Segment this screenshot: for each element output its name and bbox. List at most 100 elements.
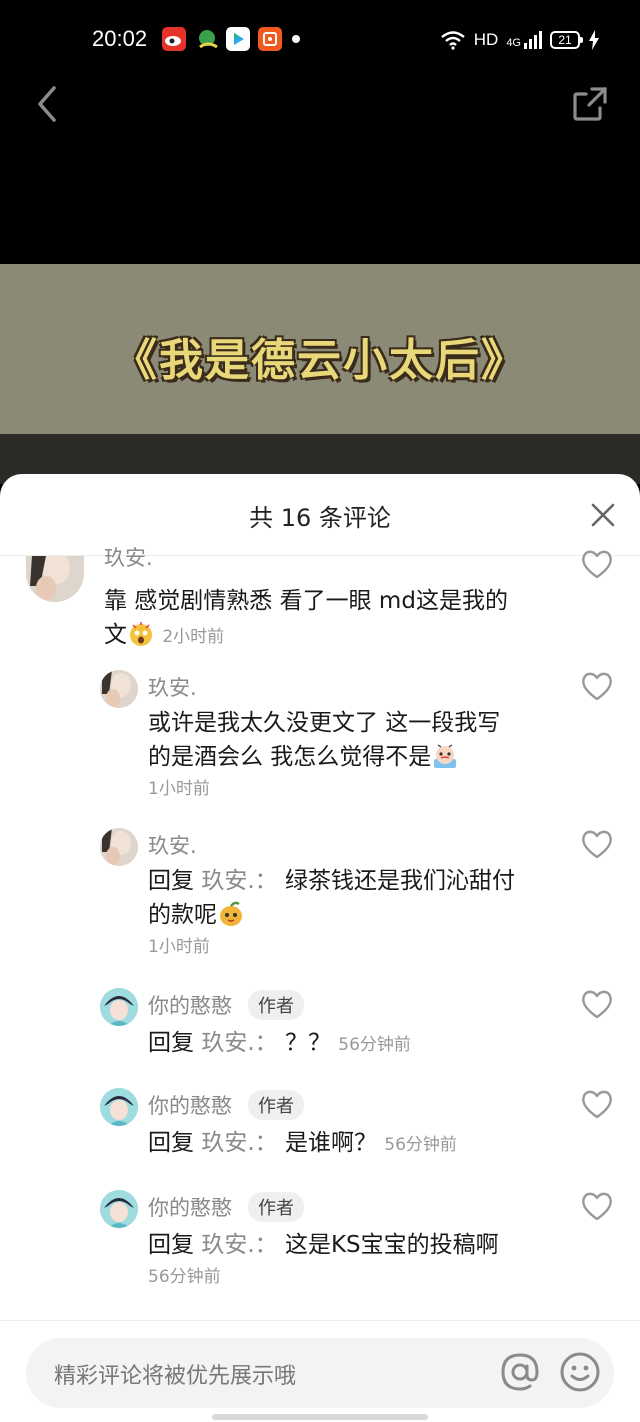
reply-item: 你的憨憨 作者 回复 玖安.： 这是KS宝宝的投稿啊 56分钟前 xyxy=(0,1190,640,1300)
comment-text-line: 或许是我太久没更文了 这一段我写 xyxy=(148,710,501,736)
avatar[interactable] xyxy=(100,828,138,866)
comment-text-body: 是谁啊？ xyxy=(284,1130,377,1156)
comment-text-line: 的款呢 xyxy=(148,898,568,932)
share-icon xyxy=(573,87,607,121)
avatar[interactable] xyxy=(100,1190,138,1228)
comment-text-line: 的是酒会么 我怎么觉得不是 xyxy=(148,740,568,774)
comment-text-tail: 的款呢 xyxy=(148,902,217,928)
comment-author[interactable]: 你的憨憨 xyxy=(148,1090,232,1120)
like-heart-icon[interactable] xyxy=(580,988,614,1020)
comment-text-line: 回复 玖安.： 这是KS宝宝的投稿啊 xyxy=(148,1228,568,1262)
reply-item: 你的憨憨 作者 回复 玖安.： ？？ 56分钟前 xyxy=(0,988,640,1072)
avatar[interactable] xyxy=(100,1088,138,1126)
like-heart-icon[interactable] xyxy=(580,1088,614,1120)
signal-bar xyxy=(534,35,537,49)
reply-item: 你的憨憨 作者 回复 玖安.： 是谁啊？ 56分钟前 xyxy=(0,1088,640,1172)
comments-header: 共 16 条评论 xyxy=(0,474,640,556)
comment-text: 或许是我太久没更文了 这一段我写 的是酒会么 我怎么觉得不是 1小时前 xyxy=(148,706,568,804)
chevron-left-icon xyxy=(38,86,56,122)
signal-indicator: 4G xyxy=(506,31,542,49)
input-divider xyxy=(0,1320,640,1321)
comment-text-line: 文 2小时前 xyxy=(104,618,564,654)
notification-dot xyxy=(292,35,300,43)
comment-author[interactable]: 你的憨憨 xyxy=(148,990,232,1020)
shop-app-icon xyxy=(258,27,282,51)
reply-item: 玖安. 回复 玖安.： 绿茶钱还是我们沁甜付 的款呢 1小时前 xyxy=(0,828,640,968)
comment-text-tail: 的是酒会么 我怎么觉得不是 xyxy=(148,744,432,770)
weibo-icon xyxy=(162,27,186,51)
battery-icon: 21 xyxy=(550,31,583,49)
close-button[interactable] xyxy=(588,500,618,530)
comment-input-placeholder: 精彩评论将被优先展示哦 xyxy=(54,1364,297,1389)
comment-text: 回复 玖安.： ？？ 56分钟前 xyxy=(148,1026,568,1062)
comment-author[interactable]: 玖安. xyxy=(148,672,197,702)
comment-text-line: 回复 玖安.： 绿茶钱还是我们沁甜付 xyxy=(148,864,568,898)
comment-time: 56分钟前 xyxy=(148,1267,221,1287)
video-player[interactable]: 《我是德云小太后》 xyxy=(0,264,640,484)
video-app-icon xyxy=(226,27,250,51)
emoji-button[interactable] xyxy=(558,1350,602,1394)
app-icon-green xyxy=(196,27,220,51)
comment-author[interactable]: 玖安. xyxy=(104,542,153,572)
author-badge: 作者 xyxy=(248,990,304,1020)
reply-label: 回复 xyxy=(148,1232,194,1258)
avatar[interactable] xyxy=(100,670,138,708)
signal-bar xyxy=(539,31,542,49)
comment-item: 玖安. 靠 感觉剧情熟悉 看了一眼 md这是我的 文 2小时前 xyxy=(0,546,640,656)
reply-label: 回复 xyxy=(148,1030,194,1056)
comment-time: 1小时前 xyxy=(148,779,210,799)
reply-target[interactable]: 玖安.： xyxy=(201,1130,277,1156)
reply-target[interactable]: 玖安.： xyxy=(201,1030,277,1056)
shocked-emoji-icon xyxy=(130,622,152,646)
comments-sheet: 共 16 条评论 玖安. 靠 感觉剧情熟悉 看了一眼 md这是我的 文 2小时前… xyxy=(0,474,640,1422)
battery-level: 21 xyxy=(558,33,572,47)
comment-time: 1小时前 xyxy=(148,937,210,957)
comment-time: 56分钟前 xyxy=(384,1135,457,1155)
share-button[interactable] xyxy=(570,84,610,124)
comment-author[interactable]: 你的憨憨 xyxy=(148,1192,232,1222)
charging-icon xyxy=(589,30,599,50)
wifi-icon xyxy=(440,31,465,50)
comment-text-line: 靠 感觉剧情熟悉 看了一眼 md这是我的 xyxy=(104,588,508,614)
crying-emoji-icon xyxy=(434,744,457,768)
network-type: HD xyxy=(473,30,499,49)
comment-text: 靠 感觉剧情熟悉 看了一眼 md这是我的 文 2小时前 xyxy=(104,584,564,654)
avatar[interactable] xyxy=(100,988,138,1026)
reply-item: 玖安. 或许是我太久没更文了 这一段我写 的是酒会么 我怎么觉得不是 1小时前 xyxy=(0,670,640,810)
comment-text: 回复 玖安.： 这是KS宝宝的投稿啊 56分钟前 xyxy=(148,1228,568,1292)
comment-text: 回复 玖安.： 绿茶钱还是我们沁甜付 的款呢 1小时前 xyxy=(148,864,568,962)
reply-target[interactable]: 玖安.： xyxy=(201,1232,277,1258)
home-indicator[interactable] xyxy=(212,1414,428,1420)
mention-button[interactable] xyxy=(498,1350,542,1394)
reply-label: 回复 xyxy=(148,868,194,894)
reply-label: 回复 xyxy=(148,1130,194,1156)
comment-text-head: 绿茶钱还是我们沁甜付 xyxy=(284,868,515,894)
like-heart-icon[interactable] xyxy=(580,548,614,580)
like-heart-icon[interactable] xyxy=(580,828,614,860)
like-heart-icon[interactable] xyxy=(580,670,614,702)
comment-input[interactable]: 精彩评论将被优先展示哦 xyxy=(26,1338,614,1408)
back-button[interactable] xyxy=(30,82,66,126)
comment-author[interactable]: 玖安. xyxy=(148,830,197,860)
comment-text-body: 这是KS宝宝的投稿啊 xyxy=(284,1232,499,1258)
author-badge: 作者 xyxy=(248,1090,304,1120)
status-time: 20:02 xyxy=(92,26,148,51)
status-bar: 20:02 HD 4G 21 xyxy=(0,0,640,80)
comment-time: 56分钟前 xyxy=(338,1035,411,1055)
signal-label: 4G xyxy=(506,37,521,49)
mango-emoji-icon xyxy=(220,901,242,926)
at-sign-icon xyxy=(501,1353,539,1391)
close-icon xyxy=(591,503,615,527)
comment-time: 2小时前 xyxy=(162,627,225,647)
comment-text-body: ？？ xyxy=(284,1030,331,1056)
signal-bar xyxy=(524,43,527,49)
reply-target[interactable]: 玖安.： xyxy=(201,868,277,894)
comment-text: 回复 玖安.： 是谁啊？ 56分钟前 xyxy=(148,1126,568,1162)
signal-bar xyxy=(529,39,532,49)
like-heart-icon[interactable] xyxy=(580,1190,614,1222)
smiley-icon xyxy=(560,1352,600,1392)
avatar[interactable] xyxy=(26,556,84,602)
status-right-group: HD 4G 21 xyxy=(440,26,600,54)
comment-text-tail: 文 xyxy=(104,622,127,648)
author-badge: 作者 xyxy=(248,1192,304,1222)
